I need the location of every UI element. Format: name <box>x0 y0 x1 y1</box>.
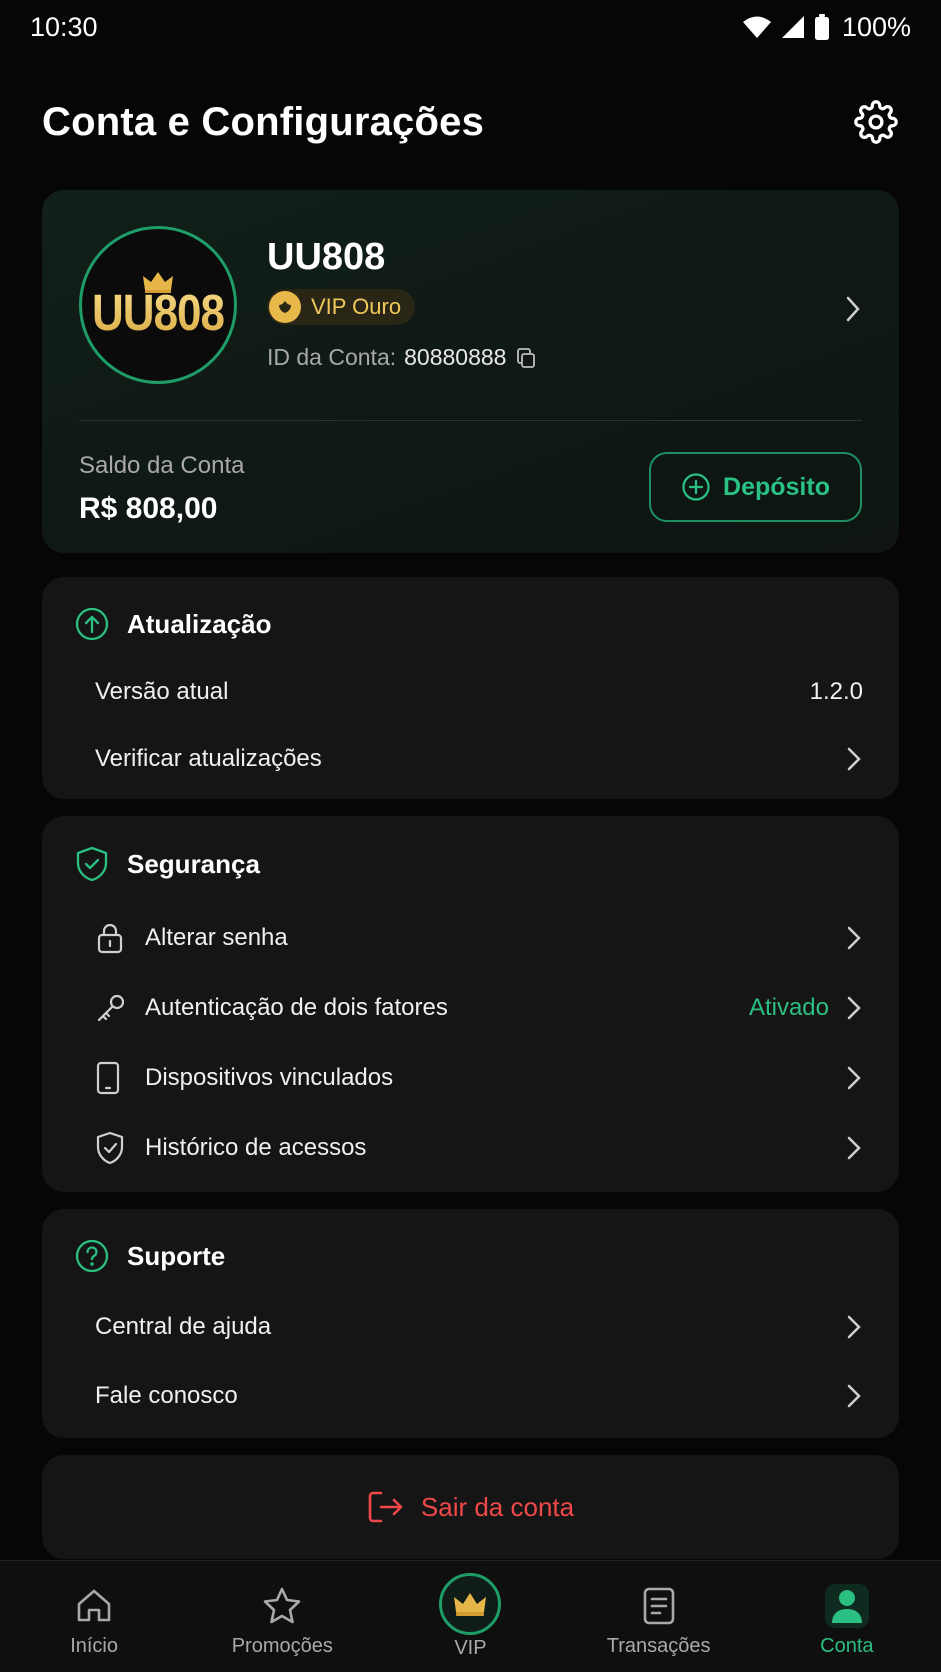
nav-label-vip: VIP <box>454 1637 487 1659</box>
account-id-label: ID da Conta: <box>267 344 397 370</box>
support-section-title: Suporte <box>127 1240 226 1271</box>
user-icon <box>831 1590 862 1623</box>
security-section-title: Segurança <box>127 848 260 879</box>
avatar-logo-text: UU808 <box>92 285 225 342</box>
profile-card: UU808 UU808 VIP Ouro ID da Conta: 808808… <box>42 190 899 553</box>
deposit-label: Depósito <box>723 472 830 501</box>
crown-icon <box>454 1593 487 1616</box>
logout-icon <box>368 1491 403 1523</box>
chevron-right-icon <box>847 1066 861 1090</box>
nav-label-account: Conta <box>820 1635 874 1657</box>
balance-value: R$ 808,00 <box>79 492 218 525</box>
balance-label: Saldo da Conta <box>79 452 245 479</box>
battery-icon <box>814 14 829 40</box>
help-circle-icon <box>75 1239 109 1273</box>
lock-icon <box>97 923 123 954</box>
current-version-value: 1.2.0 <box>809 678 863 705</box>
logout-label: Sair da conta <box>420 1491 575 1522</box>
two-factor-row[interactable]: Autenticação de dois fatores Ativado <box>42 978 899 1038</box>
nav-label-promotions: Promoções <box>231 1635 333 1657</box>
account-id-value: 80880888 <box>404 344 507 370</box>
security-section: Segurança Alterar senha Autenticação de … <box>42 816 899 1192</box>
change-password-label: Alterar senha <box>145 924 288 951</box>
shield-check-icon <box>96 1131 124 1165</box>
arrow-up-circle-icon <box>75 607 109 641</box>
copy-icon[interactable] <box>514 346 538 370</box>
gear-icon <box>854 100 898 144</box>
page-title: Conta e Configurações <box>42 99 485 144</box>
home-icon <box>77 1589 111 1622</box>
status-time: 10:30 <box>30 11 98 42</box>
nav-item-vip[interactable]: VIP <box>376 1561 564 1660</box>
profile-name: UU808 <box>267 236 386 278</box>
status-bar: 10:30 100% <box>0 0 941 54</box>
shield-icon <box>76 846 108 882</box>
nav-item-promotions[interactable]: Promoções <box>188 1561 376 1658</box>
nav-item-home[interactable]: Início <box>0 1561 188 1658</box>
deposit-button[interactable]: Depósito <box>649 452 862 522</box>
chevron-right-icon <box>847 1315 861 1339</box>
settings-button[interactable] <box>852 98 900 146</box>
signal-icon <box>781 16 804 38</box>
nav-item-account[interactable]: Conta <box>753 1561 941 1658</box>
check-updates-label: Verificar atualizações <box>95 745 322 772</box>
security-section-header: Segurança <box>75 846 260 882</box>
key-icon <box>97 994 125 1022</box>
chevron-right-icon <box>847 1136 861 1160</box>
wifi-icon <box>742 16 771 38</box>
bottom-nav: Início Promoções VIP Transações Conta <box>0 1560 941 1672</box>
contact-us-label: Fale conosco <box>95 1382 238 1409</box>
plus-circle-icon <box>682 473 710 501</box>
nav-label-home: Início <box>70 1635 118 1657</box>
access-history-label: Histórico de acessos <box>145 1134 367 1161</box>
access-history-row[interactable]: Histórico de acessos <box>42 1118 899 1178</box>
star-icon <box>263 1587 301 1624</box>
chevron-right-icon <box>847 996 861 1020</box>
chevron-right-icon <box>847 747 861 771</box>
change-password-row[interactable]: Alterar senha <box>42 908 899 968</box>
update-section-header: Atualização <box>75 607 272 641</box>
divider <box>79 420 862 421</box>
nav-label-transactions: Transações <box>606 1635 711 1657</box>
update-section-title: Atualização <box>127 608 272 639</box>
current-version-row: Versão atual 1.2.0 <box>42 662 899 722</box>
help-center-label: Central de ajuda <box>95 1313 272 1340</box>
vip-badge: VIP Ouro <box>267 289 416 325</box>
logout-button[interactable]: Sair da conta <box>42 1455 899 1559</box>
nav-item-transactions[interactable]: Transações <box>565 1561 753 1658</box>
vip-badge-label: VIP Ouro <box>311 294 402 319</box>
check-updates-row[interactable]: Verificar atualizações <box>42 729 899 789</box>
vip-badge-icon <box>269 291 301 323</box>
status-icons: 100% <box>742 12 911 43</box>
contact-us-row[interactable]: Fale conosco <box>42 1366 899 1426</box>
account-id: ID da Conta: 80880888 <box>267 344 538 371</box>
profile-chevron-icon[interactable] <box>843 294 863 324</box>
document-icon <box>643 1587 674 1625</box>
update-section: Atualização Versão atual 1.2.0 Verificar… <box>42 577 899 799</box>
two-factor-label: Autenticação de dois fatores <box>145 994 448 1021</box>
support-section-header: Suporte <box>75 1239 225 1273</box>
chevron-right-icon <box>847 1384 861 1408</box>
support-section: Suporte Central de ajuda Fale conosco <box>42 1209 899 1438</box>
device-icon <box>96 1061 120 1095</box>
avatar: UU808 <box>79 226 237 384</box>
page-header: Conta e Configurações <box>42 92 900 152</box>
linked-devices-label: Dispositivos vinculados <box>145 1064 394 1091</box>
linked-devices-row[interactable]: Dispositivos vinculados <box>42 1048 899 1108</box>
battery-percent: 100% <box>841 11 911 42</box>
current-version-label: Versão atual <box>95 678 229 705</box>
help-center-row[interactable]: Central de ajuda <box>42 1297 899 1357</box>
chevron-right-icon <box>847 926 861 950</box>
two-factor-status: Ativado <box>748 994 829 1021</box>
